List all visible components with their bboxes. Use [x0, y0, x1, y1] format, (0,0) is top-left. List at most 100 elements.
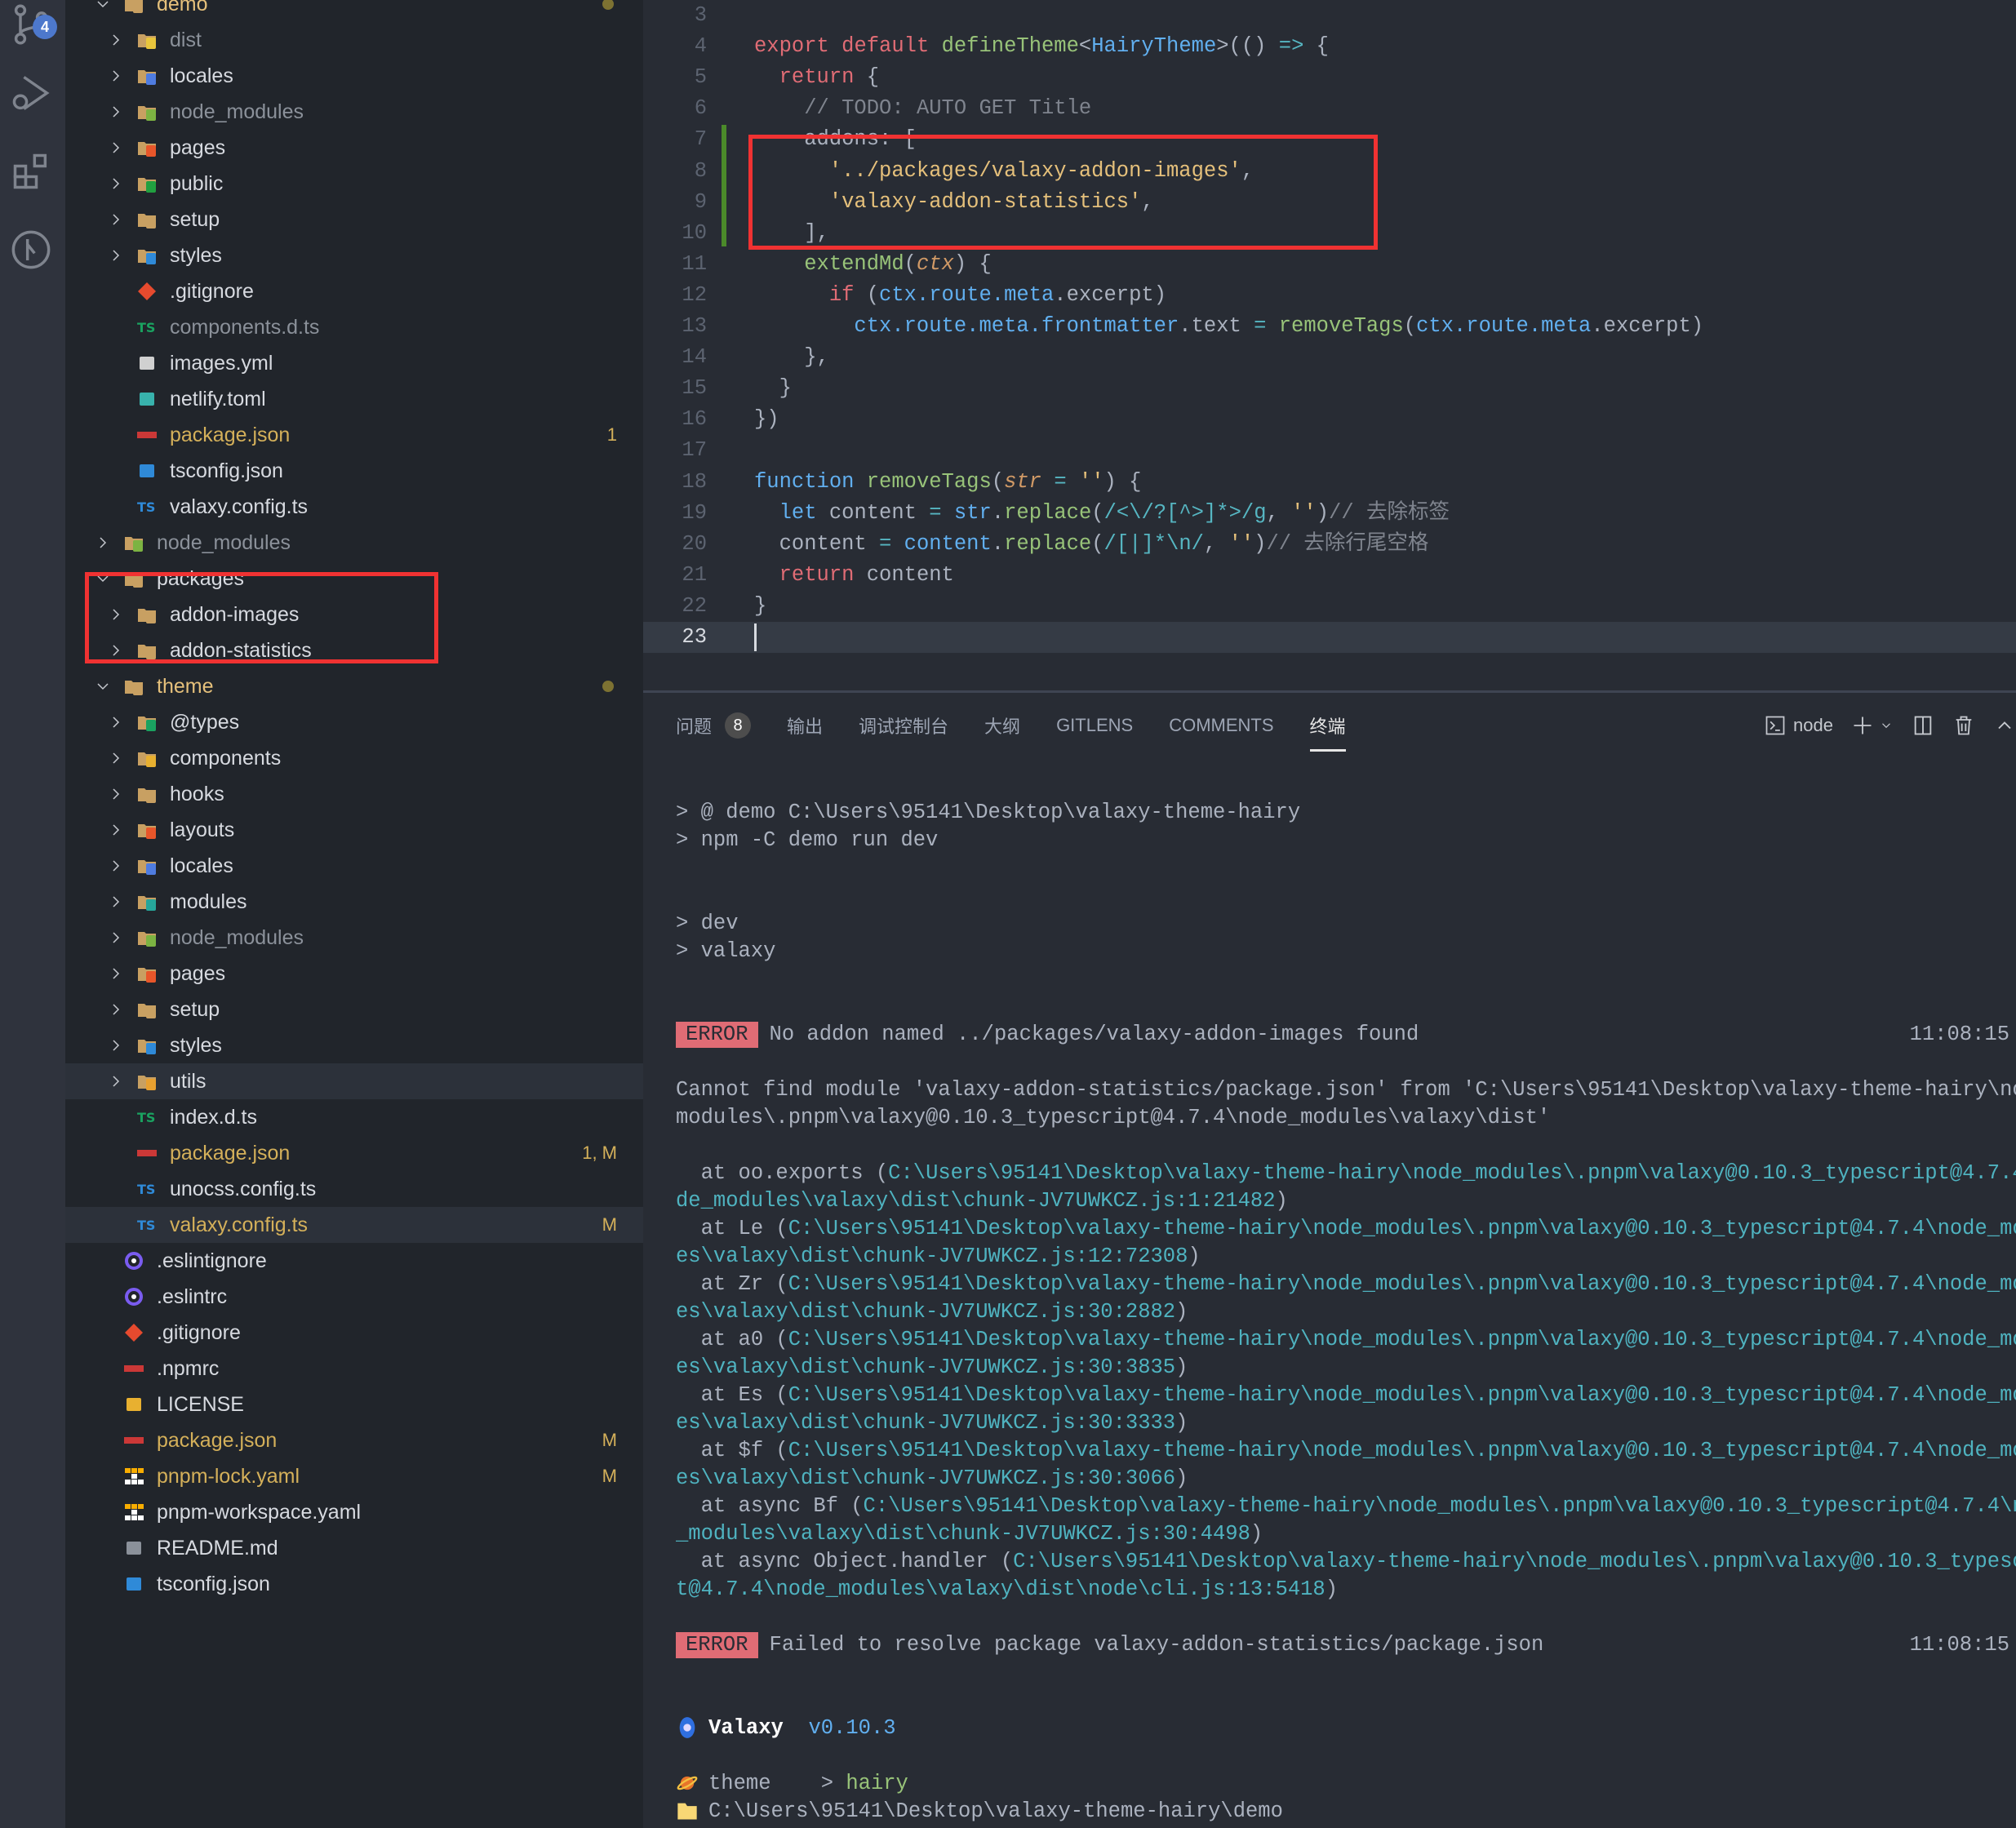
extensions-button[interactable]	[7, 147, 56, 196]
tree-item-node-modules[interactable]: node_modules	[65, 525, 643, 561]
code-text: export default defineTheme<HairyTheme>((…	[754, 31, 1329, 62]
kill-terminal-button[interactable]	[1952, 714, 1975, 737]
terminal-line: at Es (C:\Users\95141\Desktop\valaxy-the…	[676, 1382, 2016, 1409]
tree-item-label: public	[170, 171, 224, 195]
tree-item-valaxy-config-ts[interactable]: TS valaxy.config.ts M	[65, 1207, 643, 1243]
tree-item-index-d-ts[interactable]: TS index.d.ts	[65, 1099, 643, 1135]
gitlens-button[interactable]	[7, 225, 56, 274]
tree-item-addon-images[interactable]: addon-images	[65, 597, 643, 632]
tree-item-dist[interactable]: dist	[65, 22, 643, 58]
code-token: =	[929, 500, 942, 525]
tree-item-node-modules[interactable]: node_modules	[65, 94, 643, 130]
new-terminal-button[interactable]	[1851, 714, 1874, 737]
terminal-text: > valaxy	[676, 939, 776, 963]
tree-item-public[interactable]: public	[65, 166, 643, 202]
terminal-select[interactable]: node	[1764, 714, 1833, 737]
tree-item-hooks[interactable]: hooks	[65, 776, 643, 812]
code-line: 14 },	[643, 342, 2016, 373]
tree-item-unocss-config-ts[interactable]: TS unocss.config.ts	[65, 1171, 643, 1207]
tree-item-label: index.d.ts	[170, 1105, 258, 1129]
code-token: ctx	[916, 251, 954, 276]
tree-item-pages[interactable]: pages	[65, 130, 643, 166]
chevron-right-icon	[106, 246, 126, 265]
tree-item-label: layouts	[170, 818, 235, 841]
folder-theme-icon	[123, 676, 144, 697]
tree-item-pnpm-workspace-yaml[interactable]: pnpm-workspace.yaml	[65, 1494, 643, 1530]
tree-item-components[interactable]: components	[65, 740, 643, 776]
maximize-panel-button[interactable]	[1993, 714, 2016, 737]
tree-item-valaxy-config-ts[interactable]: TS valaxy.config.ts	[65, 489, 643, 525]
git-status-badge: 1, M	[582, 1142, 617, 1163]
tree-item--types[interactable]: @types	[65, 704, 643, 740]
tree-item-node-modules[interactable]: node_modules	[65, 920, 643, 956]
tree-item-utils[interactable]: utils	[65, 1063, 643, 1099]
folder-styles-icon	[136, 245, 158, 266]
split-terminal-button[interactable]	[1912, 714, 1934, 737]
tree-item-package-json[interactable]: package.json M	[65, 1422, 643, 1458]
chevron-right-icon	[93, 533, 113, 552]
terminal-dropdown[interactable]	[1879, 714, 1894, 737]
folder-pages-icon	[136, 137, 158, 158]
tree-item-theme[interactable]: theme	[65, 668, 643, 704]
tree-item-styles[interactable]: styles	[65, 237, 643, 273]
tree-item--eslintignore[interactable]: .eslintignore	[65, 1243, 643, 1279]
tree-item-label: netlify.toml	[170, 387, 266, 410]
tree-item-components-d-ts[interactable]: TS components.d.ts	[65, 309, 643, 345]
tab-大纲[interactable]: 大纲	[984, 709, 1020, 742]
tab-输出[interactable]: 输出	[787, 709, 823, 742]
tree-item-styles[interactable]: styles	[65, 1027, 643, 1063]
tree-item-images-yml[interactable]: images.yml	[65, 345, 643, 381]
tree-item-package-json[interactable]: package.json 1, M	[65, 1135, 643, 1171]
tree-item-label: .gitignore	[157, 1320, 241, 1344]
chevron-right-icon	[106, 641, 126, 660]
code-line: 13 ctx.route.meta.frontmatter.text = rem…	[643, 311, 2016, 342]
terminal-output[interactable]: > @ demo C:\Users\95141\Desktop\valaxy-t…	[676, 799, 2016, 1826]
pnpm-icon	[123, 1502, 144, 1523]
tree-item-label: utils	[170, 1069, 206, 1093]
code-token: if	[828, 282, 855, 307]
split-icon	[1914, 716, 1932, 735]
tab-GITLENS[interactable]: GITLENS	[1056, 709, 1133, 742]
tree-item-packages[interactable]: packages	[65, 561, 643, 597]
tree-item--gitignore[interactable]: .gitignore	[65, 1315, 643, 1351]
line-number: 16	[682, 407, 707, 432]
terminal-line: at Zr (C:\Users\95141\Desktop\valaxy-the…	[676, 1271, 2016, 1298]
tab-COMMENTS[interactable]: COMMENTS	[1169, 709, 1273, 742]
tree-item-tsconfig-json[interactable]: tsconfig.json	[65, 1566, 643, 1602]
code-token: {	[854, 65, 880, 90]
tab-终端[interactable]: 终端	[1309, 709, 1346, 752]
tree-item--npmrc[interactable]: .npmrc	[65, 1351, 643, 1387]
tree-item-package-json[interactable]: package.json 1	[65, 417, 643, 453]
run-debug-button[interactable]	[7, 69, 56, 118]
tree-item-layouts[interactable]: layouts	[65, 812, 643, 848]
tree-item-setup[interactable]: setup	[65, 202, 643, 237]
code-token: },	[754, 345, 829, 370]
terminal-text: at $f (	[676, 1439, 788, 1462]
tree-item-readme-md[interactable]: README.md	[65, 1530, 643, 1566]
tree-item-locales[interactable]: locales	[65, 58, 643, 94]
typescript-icon: TS	[136, 317, 158, 338]
tree-item-netlify-toml[interactable]: netlify.toml	[65, 381, 643, 417]
tree-item-modules[interactable]: modules	[65, 884, 643, 920]
tab-调试控制台[interactable]: 调试控制台	[859, 709, 948, 742]
source-control-button[interactable]: 4	[7, 0, 57, 49]
terminal-line: modules\.pnpm\valaxy@0.10.3_typescript@4…	[676, 1104, 2016, 1132]
tree-item-license[interactable]: LICENSE	[65, 1387, 643, 1422]
tree-item-locales[interactable]: locales	[65, 848, 643, 884]
tab-label: 输出	[787, 717, 824, 737]
line-number: 9	[694, 189, 707, 214]
tab-问题[interactable]: 问题 8	[676, 709, 752, 742]
tree-item--eslintrc[interactable]: .eslintrc	[65, 1279, 643, 1315]
tree-item-demo[interactable]: demo	[65, 0, 643, 22]
modified-dot	[602, 681, 614, 692]
tree-item-tsconfig-json[interactable]: tsconfig.json	[65, 453, 643, 489]
code-editor[interactable]: 3 4 export default defineTheme<HairyTheme>…	[643, 0, 2016, 690]
tree-item-addon-statistics[interactable]: addon-statistics	[65, 632, 643, 668]
tree-item-setup[interactable]: setup	[65, 992, 643, 1027]
tree-item--gitignore[interactable]: .gitignore	[65, 273, 643, 309]
terminal-line: es\valaxy\dist\chunk-JV7UWKCZ.js:12:7230…	[676, 1243, 2016, 1271]
tree-item-pages[interactable]: pages	[65, 956, 643, 992]
tree-item-pnpm-lock-yaml[interactable]: pnpm-lock.yaml M	[65, 1458, 643, 1494]
